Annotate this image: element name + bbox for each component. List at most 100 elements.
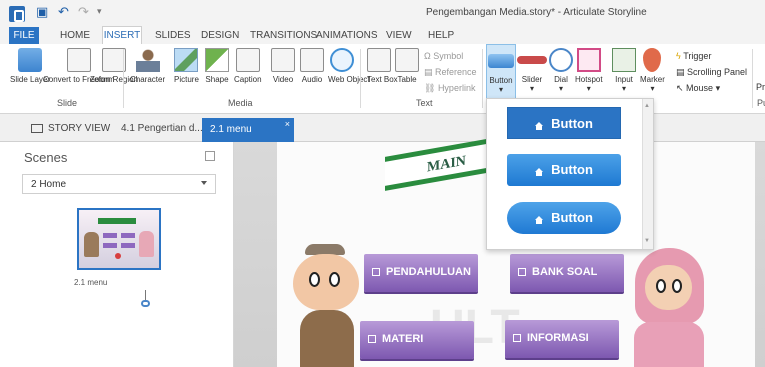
chevron-down-icon: ▾ xyxy=(586,84,591,93)
audio-icon xyxy=(300,48,324,72)
media-group-label: Media xyxy=(228,98,253,108)
character-button[interactable]: Character xyxy=(130,48,165,84)
reference-button[interactable]: ▤ Reference xyxy=(424,67,477,78)
connector-line xyxy=(145,290,146,300)
character-icon xyxy=(135,48,160,72)
caption-button[interactable]: Caption xyxy=(234,48,262,84)
document-icon xyxy=(372,268,380,276)
scenes-label: Scenes xyxy=(24,150,68,165)
button-style-option-flat[interactable]: Button xyxy=(507,107,621,139)
reference-icon: ▤ xyxy=(424,67,436,77)
text-group-label: Text xyxy=(416,98,433,108)
home-icon xyxy=(535,216,544,224)
thumbnail-character xyxy=(84,232,99,257)
pendahuluan-button[interactable]: PENDAHULUAN xyxy=(364,254,478,292)
dropdown-scrollbar[interactable]: ▲ ▼ xyxy=(642,99,653,249)
button-control-button[interactable]: Button ▾ xyxy=(486,44,516,99)
marker-button[interactable]: Marker ▾ xyxy=(640,48,665,93)
symbol-button[interactable]: Ω Symbol xyxy=(424,51,463,61)
view-tab[interactable]: VIEW xyxy=(386,30,412,41)
text-box-icon xyxy=(367,48,391,72)
group-separator xyxy=(360,49,361,108)
dial-button[interactable]: Dial ▾ xyxy=(549,48,573,93)
dial-icon xyxy=(549,48,573,72)
hotspot-icon xyxy=(576,48,601,72)
mouse-button[interactable]: ↖ Mouse ▾ xyxy=(676,83,720,94)
thumbnail-character xyxy=(139,231,154,257)
scrolling-panel-icon: ▤ xyxy=(676,67,688,77)
file-menu[interactable]: FILE xyxy=(9,27,39,44)
bank-soal-button[interactable]: BANK SOAL xyxy=(510,254,624,292)
home-tab[interactable]: HOME xyxy=(60,30,90,41)
insert-tab[interactable]: INSERT xyxy=(102,26,142,44)
girl-eye xyxy=(656,279,666,293)
save-icon[interactable]: ▣ xyxy=(36,4,48,20)
web-object-button[interactable]: Web Object xyxy=(328,48,370,84)
freeform-icon xyxy=(66,48,91,72)
picture-icon xyxy=(174,48,199,72)
hotspot-button[interactable]: Hotspot ▾ xyxy=(575,48,603,93)
tab-menu-label: 2.1 menu xyxy=(210,124,252,135)
chevron-down-icon: ▾ xyxy=(713,83,721,93)
publish-button-fragment[interactable]: Pr xyxy=(756,82,765,92)
button-style-option-pill[interactable]: Button xyxy=(507,202,621,234)
scene-select[interactable]: 2 Home xyxy=(22,174,216,194)
customize-quick-access-icon[interactable]: ▾ xyxy=(97,6,102,17)
thumbnail-label: 2.1 menu xyxy=(74,278,108,287)
girl-face xyxy=(645,265,692,310)
video-button[interactable]: Video xyxy=(271,48,295,84)
button-style-option-rounded[interactable]: Button xyxy=(507,154,621,186)
button-icon xyxy=(488,54,514,68)
group-separator xyxy=(482,49,483,108)
story-view-icon xyxy=(31,124,43,133)
button-style-dropdown: Button Button Button ▲ ▼ xyxy=(486,98,654,250)
scrolling-panel-button[interactable]: ▤ Scrolling Panel xyxy=(676,67,747,78)
materi-button[interactable]: MATERI xyxy=(360,321,474,359)
book-icon xyxy=(368,335,376,343)
slide-thumbnail[interactable] xyxy=(77,208,161,270)
chevron-down-icon: ▾ xyxy=(558,84,563,93)
document-icon xyxy=(518,268,526,276)
slides-tab[interactable]: SLIDES xyxy=(155,30,191,41)
picture-button[interactable]: Picture xyxy=(174,48,199,84)
ribbon-tabs: FILE HOME INSERT SLIDES DESIGN TRANSITIO… xyxy=(0,26,765,44)
boy-eye xyxy=(329,272,340,287)
web-object-icon xyxy=(330,48,354,72)
girl-character xyxy=(628,248,708,367)
symbol-icon: Ω xyxy=(424,51,434,61)
scroll-down-icon[interactable]: ▼ xyxy=(644,238,650,244)
publish-group-label-fragment: Pu xyxy=(757,98,765,108)
redo-icon[interactable]: ↷ xyxy=(78,4,89,20)
tab-menu[interactable]: 2.1 menu × xyxy=(202,118,294,142)
tab-pengertian[interactable]: 4.1 Pengertian d... xyxy=(121,123,203,134)
hyperlink-button[interactable]: ⛓ Hyperlink xyxy=(424,83,475,94)
title-bar: ▣ ↶ ↷ ▾ Pengembangan Media.story* - Arti… xyxy=(0,0,765,27)
slider-button[interactable]: Slider ▾ xyxy=(517,48,547,93)
slide-group-label: Slide xyxy=(57,98,78,108)
story-view-tab[interactable]: STORY VIEW xyxy=(48,123,110,134)
scroll-up-icon[interactable]: ▲ xyxy=(644,103,650,109)
trigger-button[interactable]: ϟ Trigger xyxy=(676,51,711,61)
marker-icon xyxy=(643,48,662,72)
close-icon[interactable]: × xyxy=(285,119,290,129)
audio-button[interactable]: Audio xyxy=(300,48,324,84)
input-icon xyxy=(612,48,636,72)
group-separator xyxy=(123,49,124,108)
shape-button[interactable]: Shape xyxy=(205,48,229,84)
chevron-down-icon: ▾ xyxy=(650,84,655,93)
informasi-button[interactable]: INFORMASI xyxy=(505,320,619,358)
input-button[interactable]: Input ▾ xyxy=(612,48,636,93)
undo-icon[interactable]: ↶ xyxy=(58,4,69,20)
storyline-logo-icon xyxy=(9,6,25,22)
help-tab[interactable]: HELP xyxy=(428,30,454,41)
text-box-button[interactable]: Text Box xyxy=(367,48,398,84)
chevron-down-icon xyxy=(201,181,207,185)
story-view-icon[interactable] xyxy=(205,151,215,161)
thumbnail-button xyxy=(121,243,135,248)
girl-eye xyxy=(672,279,682,293)
transitions-tab[interactable]: TRANSITIONS xyxy=(250,30,317,41)
design-tab[interactable]: DESIGN xyxy=(201,30,239,41)
link-icon[interactable] xyxy=(141,300,150,307)
table-button[interactable]: Table xyxy=(395,48,419,84)
animations-tab[interactable]: ANIMATIONS xyxy=(316,30,377,41)
